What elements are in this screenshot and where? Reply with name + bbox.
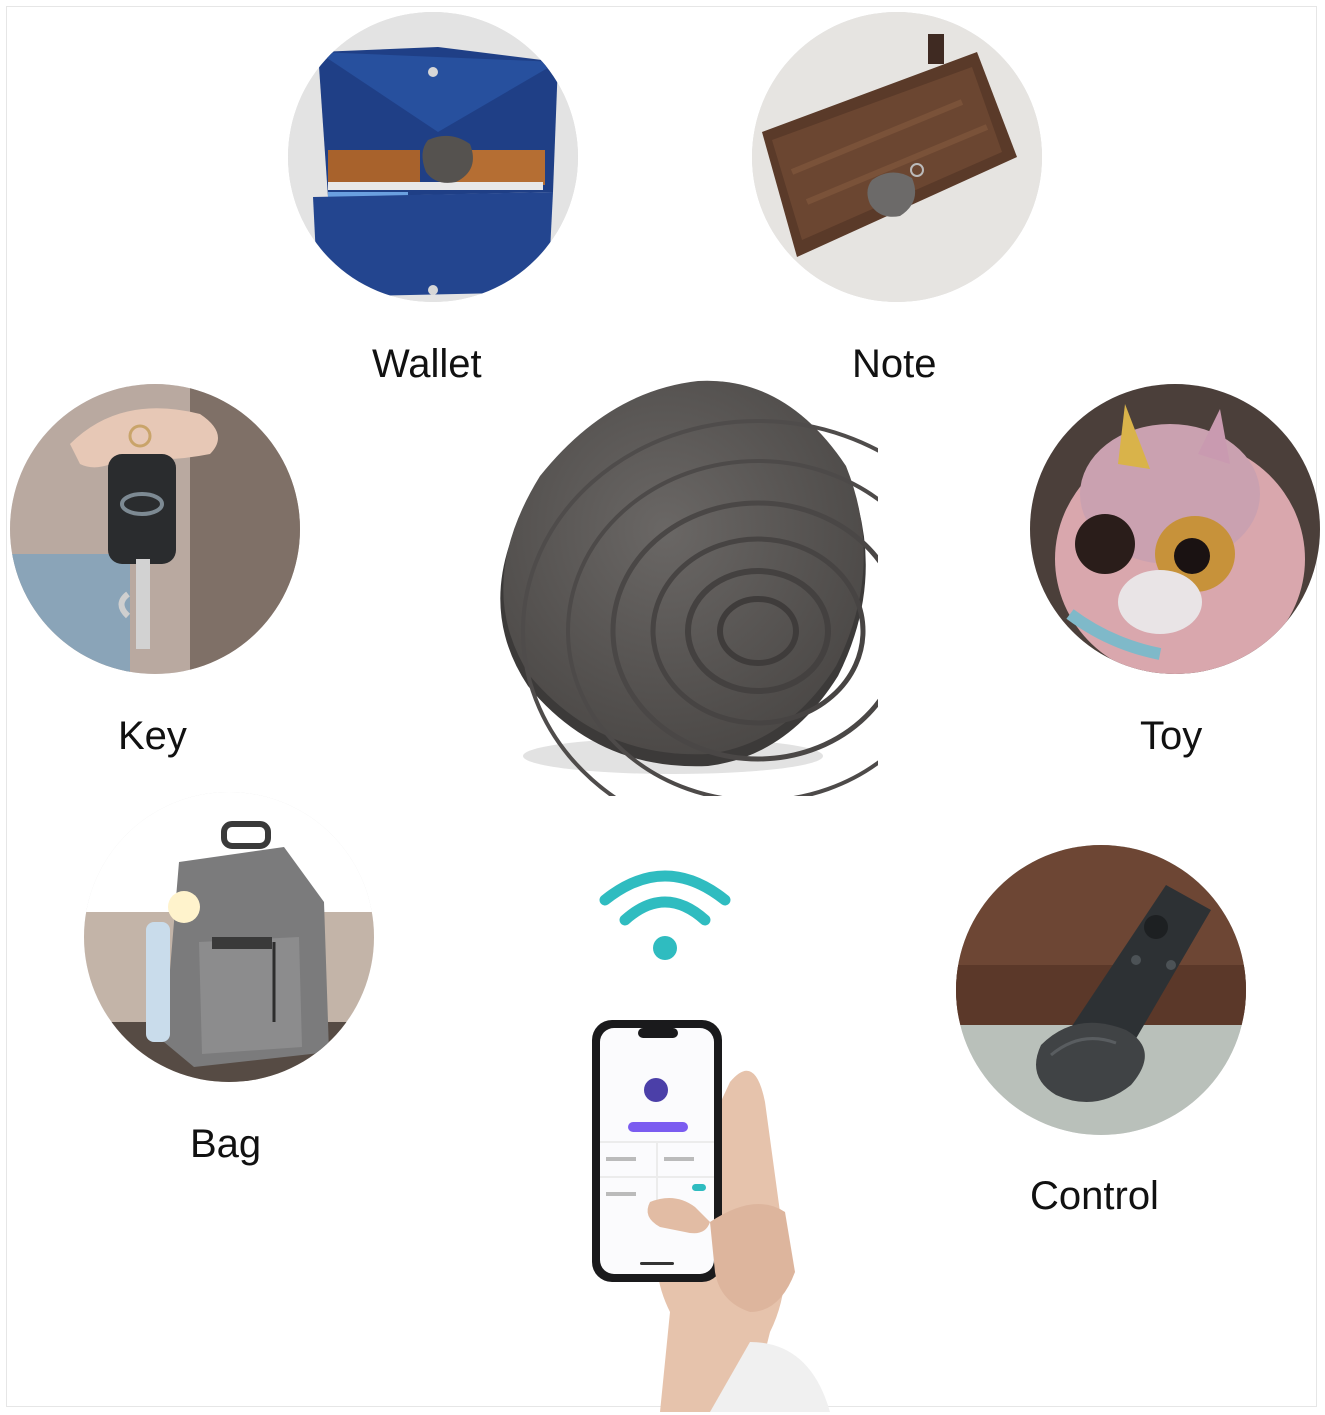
- phone-in-hand-image: [592, 1020, 830, 1412]
- remote-control-photo: [956, 845, 1246, 1135]
- control-label: Control: [1030, 1174, 1159, 1218]
- key-photo: [10, 384, 300, 674]
- toy-photo: [1030, 384, 1320, 674]
- bag-photo: [84, 792, 374, 1082]
- wifi-signal-icon: [599, 870, 731, 960]
- bluetooth-tracker-image: [500, 380, 878, 796]
- note-photo: [752, 12, 1042, 302]
- bag-label: Bag: [190, 1122, 262, 1166]
- wallet-photo: [288, 12, 578, 302]
- toy-label: Toy: [1140, 714, 1203, 758]
- key-label: Key: [118, 714, 187, 758]
